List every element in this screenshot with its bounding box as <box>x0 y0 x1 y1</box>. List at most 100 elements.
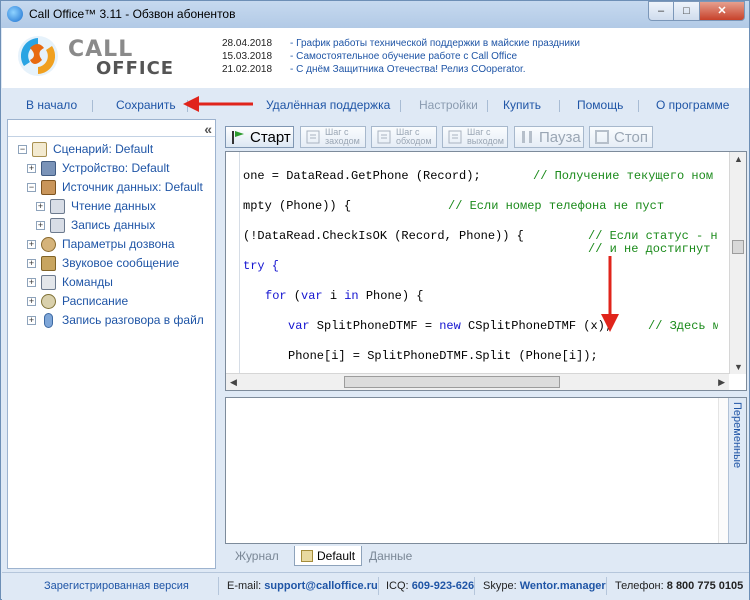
news-link[interactable]: - Самостоятельное обучение работе с Call… <box>290 51 517 62</box>
registered-version: Зарегистрированная версия <box>44 580 189 592</box>
maximize-button[interactable]: □ <box>673 1 700 21</box>
stop-button[interactable]: Стоп <box>589 126 653 148</box>
code-comment: // Получение текущего ном <box>533 169 714 183</box>
tree-item-sound-message[interactable]: + Звуковое сообщение <box>27 254 179 272</box>
code-comment: // Здесь м <box>648 319 718 333</box>
logo-text-office: OFFICE <box>96 58 175 79</box>
step-in-label-2: заходом <box>325 136 360 146</box>
tree-expander[interactable]: + <box>27 259 36 269</box>
scroll-up-icon[interactable]: ▲ <box>734 154 743 164</box>
tree-expander[interactable]: − <box>27 183 36 193</box>
start-button[interactable]: Старт <box>225 126 294 148</box>
menu-remote-support[interactable]: Удалённая поддержка <box>266 98 390 112</box>
tree-item-read-data[interactable]: + Чтение данных <box>36 197 156 215</box>
gear-icon <box>41 237 56 253</box>
tree-item-label: Сценарий: Default <box>53 142 154 156</box>
close-button[interactable]: ✕ <box>699 1 745 21</box>
tab-default[interactable]: Default <box>294 546 363 566</box>
variables-tab-label: Переменные <box>731 402 743 469</box>
code-editor[interactable]: one = DataRead.GetPhone (Record); // Полу… <box>225 151 747 391</box>
variables-tab[interactable]: Переменные <box>728 398 746 543</box>
news-link[interactable]: - С днём Защитника Отечества! Релиз COop… <box>290 64 526 75</box>
email-link[interactable]: support@calloffice.ru <box>264 580 377 592</box>
tree-item-schedule[interactable]: + Расписание <box>27 292 128 310</box>
tree-expander[interactable]: + <box>27 297 36 307</box>
tree-item-scenario[interactable]: − Сценарий: Default <box>18 140 153 158</box>
write-data-icon <box>50 218 65 234</box>
tree-item-device[interactable]: + Устройство: Default <box>27 159 169 177</box>
menu-start[interactable]: В начало <box>26 98 77 112</box>
news-item: 15.03.2018 - Самостоятельное обучение раб… <box>222 50 580 63</box>
code-keyword: var <box>301 289 323 303</box>
tree-expander[interactable]: + <box>27 278 36 288</box>
tab-default-label: Default <box>317 549 356 563</box>
output-panel[interactable]: Переменные <box>225 397 747 544</box>
step-in-icon <box>306 130 320 144</box>
tree-item-label: Источник данных: Default <box>62 180 203 194</box>
tree-item-label: Чтение данных <box>71 199 156 213</box>
title-bar[interactable]: Call Office™ 3.11 - Обзвон абонентов – □… <box>1 1 749 28</box>
menu-separator <box>559 100 560 112</box>
code-fragment: i <box>322 289 345 303</box>
status-separator <box>606 577 607 595</box>
step-in-button[interactable]: Шаг с заходом <box>300 126 366 148</box>
menu-help[interactable]: Помощь <box>577 98 623 112</box>
tab-journal[interactable]: Журнал <box>229 546 285 566</box>
step-over-button[interactable]: Шаг с обходом <box>371 126 437 148</box>
horizontal-scrollbar[interactable]: ◀ ▶ <box>226 373 729 390</box>
menu-about[interactable]: О программе <box>656 98 729 112</box>
code-fragment: CSplitPhoneDTMF (x); <box>460 319 613 333</box>
pause-button[interactable]: Пауза <box>514 126 584 148</box>
app-window: Call Office™ 3.11 - Обзвон абонентов – □… <box>0 0 750 600</box>
scroll-thumb[interactable] <box>344 376 560 388</box>
scroll-down-icon[interactable]: ▼ <box>734 362 743 372</box>
step-out-button[interactable]: Шаг с выходом <box>442 126 508 148</box>
menu-buy[interactable]: Купить <box>503 98 541 112</box>
email-label: E-mail: <box>227 580 262 592</box>
tree-expander[interactable]: − <box>18 145 27 155</box>
step-out-icon <box>448 130 462 144</box>
menu-settings[interactable]: Настройки <box>419 98 478 112</box>
step-out-label-2: выходом <box>467 136 504 146</box>
tree-item-write-data[interactable]: + Запись данных <box>36 216 155 234</box>
tree-expander[interactable]: + <box>36 221 45 231</box>
tree-item-label: Запись разговора в файл <box>62 313 204 327</box>
scroll-right-icon[interactable]: ▶ <box>718 377 725 388</box>
news-date: 15.03.2018 <box>222 51 273 62</box>
menu-separator <box>638 100 639 112</box>
skype-value[interactable]: Wentor.manager <box>520 580 606 592</box>
code-text[interactable]: one = DataRead.GetPhone (Record); // Полу… <box>243 162 718 374</box>
tree-item-commands[interactable]: + Команды <box>27 273 113 291</box>
script-icon <box>301 550 313 562</box>
tree-item-label: Команды <box>62 275 113 289</box>
phone-label: Телефон: <box>615 580 664 592</box>
tree-expander[interactable]: + <box>27 316 36 326</box>
scroll-thumb[interactable] <box>732 240 744 254</box>
tree-item-record-call[interactable]: + Запись разговора в файл <box>27 311 204 329</box>
output-scrollbar[interactable] <box>718 398 728 543</box>
minimize-button[interactable]: – <box>648 1 674 21</box>
tree-expander[interactable]: + <box>36 202 45 212</box>
news-link[interactable]: - График работы технической поддержки в … <box>290 38 580 49</box>
scroll-left-icon[interactable]: ◀ <box>230 377 237 388</box>
speaker-icon <box>41 256 56 272</box>
code-gutter <box>226 152 240 374</box>
code-keyword: for <box>265 289 287 303</box>
code-keyword: var <box>288 319 310 333</box>
collapse-panel-button[interactable]: « <box>204 121 212 137</box>
code-line: for (var i in Phone) { <box>265 289 423 304</box>
tab-data[interactable]: Данные <box>363 546 418 566</box>
device-icon <box>41 161 56 177</box>
tree-expander[interactable]: + <box>27 164 36 174</box>
code-keyword: in <box>344 289 359 303</box>
tree-item-label: Параметры дозвона <box>62 237 175 251</box>
menu-save[interactable]: Сохранить <box>116 98 176 112</box>
tree-item-dial-params[interactable]: + Параметры дозвона <box>27 235 175 253</box>
annotation-arrow-left <box>183 96 253 112</box>
tree-expander[interactable]: + <box>27 240 36 250</box>
icq-label: ICQ: <box>386 580 409 592</box>
commands-icon <box>41 275 56 291</box>
tree-item-datasource[interactable]: − Источник данных: Default <box>27 178 203 196</box>
code-fragment: ( <box>286 289 302 303</box>
vertical-scrollbar[interactable]: ▲ ▼ <box>729 152 746 374</box>
